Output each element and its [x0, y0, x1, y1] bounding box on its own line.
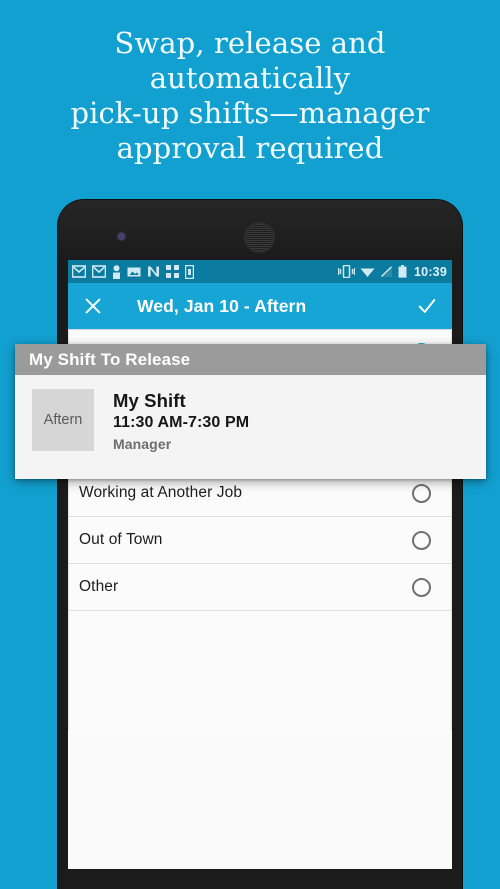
- check-icon[interactable]: [416, 295, 438, 317]
- gmail-icon: [72, 265, 86, 278]
- headline-line-1: Swap, release and: [114, 26, 386, 60]
- dialog-body: Aftern My Shift 11:30 AM-7:30 PM Manager: [15, 375, 486, 479]
- phone-top-bezel: [58, 200, 462, 260]
- signal-off-icon: [381, 265, 393, 277]
- vibrate-icon: [338, 265, 356, 278]
- shift-title: My Shift: [113, 390, 186, 411]
- headline-line-2: automatically: [149, 61, 351, 95]
- front-camera-icon: [118, 233, 125, 240]
- headline-line-3: pick-up shifts—manager: [70, 96, 430, 130]
- android-status-bar: 10:39: [68, 260, 452, 283]
- contact-icon: [113, 264, 120, 279]
- promo-screenshot: Swap, release and automatically pick-up …: [0, 0, 500, 889]
- radio-button[interactable]: [412, 530, 431, 550]
- promo-headline: Swap, release and automatically pick-up …: [0, 26, 500, 166]
- shift-details: My Shift 11:30 AM-7:30 PM Manager: [113, 389, 249, 455]
- app-bar-title: Wed, Jan 10 - Aftern: [137, 295, 307, 316]
- dialog-title: My Shift To Release: [29, 349, 191, 369]
- radio-button[interactable]: [412, 577, 431, 597]
- battery-icon: [398, 265, 407, 278]
- close-icon[interactable]: [82, 295, 104, 317]
- headline-line-4: approval required: [116, 131, 384, 165]
- my-shift-to-release-dialog: My Shift To Release Aftern My Shift 11:3…: [15, 344, 486, 479]
- wifi-icon: [360, 268, 375, 277]
- status-bar-clock: 10:39: [414, 264, 447, 279]
- list-item[interactable]: Out of Town: [69, 517, 451, 564]
- list-item[interactable]: Other: [69, 564, 451, 611]
- shift-type-badge: Aftern: [32, 389, 94, 451]
- shift-role: Manager: [113, 436, 172, 452]
- photo-icon: [127, 267, 141, 276]
- reason-label: Other: [79, 578, 119, 595]
- phone-device-frame: 10:39 Wed, Jan 10 - Aftern Personal Sick: [58, 200, 462, 889]
- radio-button[interactable]: [412, 483, 431, 503]
- evernote-icon: [148, 266, 159, 277]
- device-icon: [185, 264, 194, 279]
- gmail-icon: [92, 265, 106, 278]
- reason-label: Working at Another Job: [79, 484, 243, 501]
- status-bar-notification-area: [72, 264, 338, 279]
- list-empty-area: [68, 611, 452, 731]
- app-bar: Wed, Jan 10 - Aftern: [68, 283, 452, 329]
- shift-time-range: 11:30 AM-7:30 PM: [113, 414, 250, 431]
- reason-label: Out of Town: [79, 531, 163, 548]
- earpiece-speaker-icon: [244, 222, 275, 253]
- qr-code-icon: [166, 265, 179, 278]
- dialog-header: My Shift To Release: [15, 344, 486, 375]
- status-bar-system-area: 10:39: [338, 265, 447, 279]
